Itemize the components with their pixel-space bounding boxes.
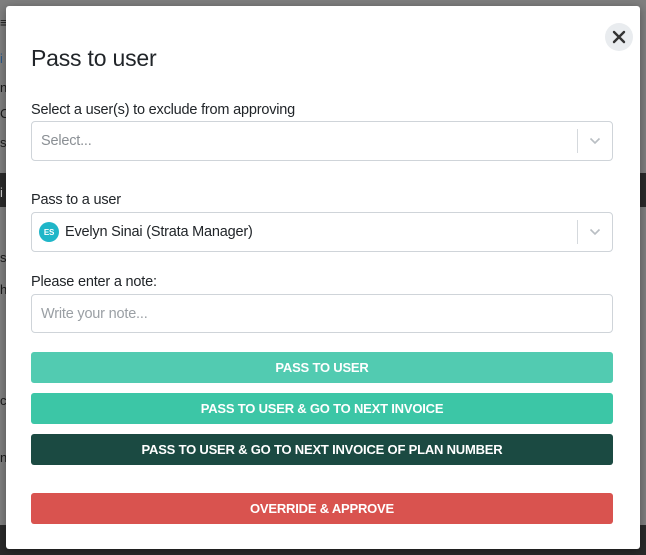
pass-and-next-invoice-button[interactable]: PASS TO USER & GO TO NEXT INVOICE [31, 393, 613, 424]
pass-and-next-invoice-plan-button[interactable]: PASS TO USER & GO TO NEXT INVOICE OF PLA… [31, 434, 613, 465]
pass-to-user-dropdown-toggle[interactable] [578, 213, 612, 251]
exclude-users-dropdown-toggle[interactable] [578, 122, 612, 160]
avatar: ES [39, 222, 59, 242]
pass-to-user-button[interactable]: PASS TO USER [31, 352, 613, 383]
pass-to-user-modal: Pass to user Select a user(s) to exclude… [6, 6, 640, 549]
override-approve-button[interactable]: OVERRIDE & APPROVE [31, 493, 613, 524]
pass-to-user-select[interactable]: ES Evelyn Sinai (Strata Manager) [31, 212, 613, 252]
chevron-down-icon [589, 228, 601, 236]
note-input[interactable] [31, 294, 613, 333]
selected-user-name: Evelyn Sinai (Strata Manager) [65, 224, 253, 240]
chevron-down-icon [589, 137, 601, 145]
exclude-users-select[interactable]: Select... [31, 121, 613, 161]
pass-to-user-label: Pass to a user [31, 192, 121, 208]
close-button[interactable] [605, 23, 633, 51]
pass-to-user-value: ES Evelyn Sinai (Strata Manager) [32, 222, 577, 242]
close-icon [612, 30, 626, 44]
modal-title: Pass to user [31, 45, 157, 71]
exclude-users-placeholder: Select... [41, 133, 92, 149]
exclude-users-value: Select... [32, 133, 577, 149]
exclude-users-label: Select a user(s) to exclude from approvi… [31, 102, 296, 118]
note-label: Please enter a note: [31, 274, 157, 290]
